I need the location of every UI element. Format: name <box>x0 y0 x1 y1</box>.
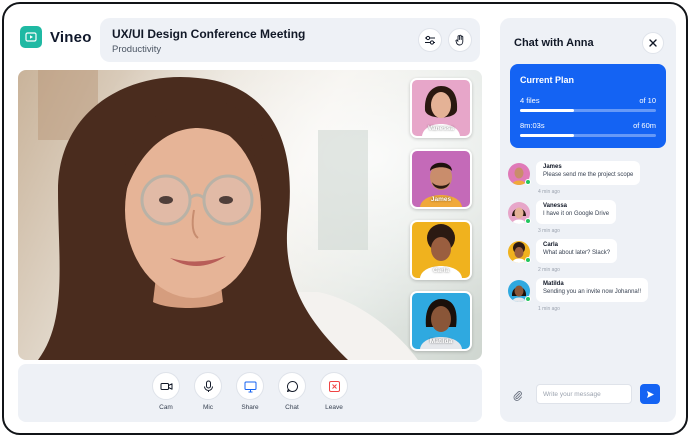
app-name: Vineo <box>50 28 92 46</box>
camera-icon <box>152 372 180 400</box>
chat-message: Matilda Sending you an invite now Johann… <box>508 278 668 318</box>
files-total: of 10 <box>639 96 656 105</box>
raise-hand-button[interactable] <box>448 28 472 52</box>
attach-button[interactable] <box>512 388 523 406</box>
hand-raise-icon <box>455 34 464 46</box>
cam-button[interactable]: Cam <box>150 372 182 411</box>
leave-button[interactable]: Leave <box>318 372 350 411</box>
chat-bubble-icon <box>278 372 306 400</box>
message-sender: Carla <box>543 242 559 248</box>
participant-name: James <box>430 196 452 203</box>
message-time: 2 min ago <box>538 267 560 273</box>
plan-title: Current Plan <box>520 75 575 85</box>
mic-button[interactable]: Mic <box>192 372 224 411</box>
message-text: Sending you an invite now Johanna!! <box>543 289 642 295</box>
share-label: Share <box>241 404 259 411</box>
chat-message: James Please send me the project scope 4… <box>508 161 668 201</box>
online-indicator <box>525 179 531 185</box>
time-used: 8m:03s <box>520 121 545 130</box>
time-progress-fill <box>520 134 575 137</box>
close-chat-button[interactable] <box>642 32 664 54</box>
participant-thumbnail[interactable]: Matilda <box>410 291 472 351</box>
meeting-category: Productivity <box>112 44 162 55</box>
chat-message: Vanessa I have it on Google Drive 3 min … <box>508 200 668 240</box>
message-bubble: Matilda Sending you an invite now Johann… <box>536 278 649 302</box>
files-progress-bar <box>520 109 656 112</box>
time-progress-bar <box>520 134 656 137</box>
mic-label: Mic <box>202 404 214 411</box>
participant-thumbnail[interactable]: Carla <box>410 220 472 280</box>
app-window: Vineo UX/UI Design Conference Meeting Pr… <box>2 2 688 435</box>
online-indicator <box>525 296 531 302</box>
message-time: 1 min ago <box>538 306 560 312</box>
time-total: of 60m <box>633 121 656 130</box>
chat-label: Chat <box>285 404 299 411</box>
meeting-title: UX/UI Design Conference Meeting <box>112 27 306 41</box>
online-indicator <box>525 218 531 224</box>
message-text: Please send me the project scope <box>543 172 634 178</box>
online-indicator <box>525 257 531 263</box>
files-progress-fill <box>520 109 575 112</box>
message-bubble: James Please send me the project scope <box>536 161 641 185</box>
message-time: 4 min ago <box>538 189 560 195</box>
cam-label: Cam <box>159 404 173 411</box>
message-sender: Matilda <box>543 281 564 287</box>
message-bubble: Carla What about later? Slack? <box>536 239 618 263</box>
current-plan-card: Current Plan 4 files of 10 8m:03s of 60m <box>510 64 666 148</box>
microphone-icon <box>194 372 222 400</box>
participant-thumbnail[interactable]: James <box>410 149 472 209</box>
chat-button[interactable]: Chat <box>276 372 308 411</box>
send-icon <box>646 390 654 398</box>
app-logo[interactable]: Vineo <box>20 26 92 48</box>
leave-icon <box>320 372 348 400</box>
participant-name: Carla <box>432 267 450 274</box>
message-composer <box>510 382 666 408</box>
message-text: What about later? Slack? <box>543 250 611 256</box>
settings-sliders-icon <box>425 35 435 45</box>
message-text: I have it on Google Drive <box>543 211 610 217</box>
files-used: 4 files <box>520 96 540 105</box>
message-sender: James <box>543 164 562 170</box>
leave-label: Leave <box>325 404 343 411</box>
participant-name: Matilda <box>429 338 453 345</box>
send-button[interactable] <box>640 384 660 404</box>
meeting-header: UX/UI Design Conference Meeting Producti… <box>100 18 480 62</box>
play-icon <box>20 26 42 48</box>
paperclip-icon <box>513 391 522 401</box>
screen-share-icon <box>236 372 264 400</box>
participant-thumbnail[interactable]: Vanessa <box>410 78 472 138</box>
message-sender: Vanessa <box>543 203 568 209</box>
participant-name: Vanessa <box>427 125 455 132</box>
chat-title: Chat with Anna <box>514 37 594 49</box>
main-video[interactable]: Vanessa James Carla Matilda <box>18 70 482 360</box>
message-input[interactable] <box>536 384 632 404</box>
call-controls: Cam Mic Share Chat Leave <box>18 364 482 422</box>
share-button[interactable]: Share <box>234 372 266 411</box>
close-icon <box>649 39 657 47</box>
settings-button[interactable] <box>418 28 442 52</box>
chat-panel: Chat with Anna Current Plan 4 files of 1… <box>500 18 676 422</box>
chat-message: Carla What about later? Slack? 2 min ago <box>508 239 668 279</box>
message-time: 3 min ago <box>538 228 560 234</box>
message-bubble: Vanessa I have it on Google Drive <box>536 200 617 224</box>
